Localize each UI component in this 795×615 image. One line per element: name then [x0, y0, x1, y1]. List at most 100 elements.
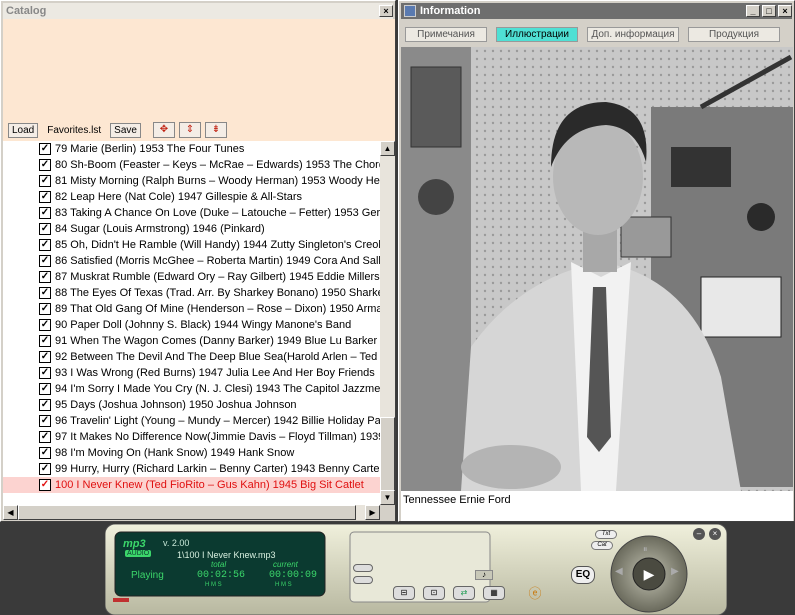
list-item[interactable]: ✓ 88 The Eyes Of Texas (Trad. Arr. By Sha… [3, 285, 380, 301]
checkbox[interactable]: ✓ [39, 287, 51, 299]
track-label: 98 I'm Moving On (Hank Snow) 1949 Hank S… [55, 447, 295, 459]
minimize-icon[interactable]: _ [746, 5, 760, 17]
player-minimize-icon[interactable]: – [693, 528, 705, 540]
checkbox[interactable]: ✓ [39, 319, 51, 331]
list-item[interactable]: ✓ 100 I Never Knew (Ted FioRito – Gus Kah… [3, 477, 380, 493]
save-button[interactable]: Save [110, 122, 141, 138]
info-tabs: Примечания Иллюстрации Доп. информация П… [401, 23, 793, 47]
list-item[interactable]: ✓ 90 Paper Doll (Johnny S. Black) 1944 Wi… [3, 317, 380, 333]
eq-button[interactable]: EQ [571, 566, 595, 584]
play-button[interactable]: ▶ [637, 564, 661, 584]
tab-illustrations[interactable]: Иллюстрации [496, 27, 578, 42]
shuffle-button[interactable]: ⇄ [453, 586, 475, 600]
list-item[interactable]: ✓ 92 Between The Devil And The Deep Blue … [3, 349, 380, 365]
close-icon[interactable]: × [778, 5, 792, 17]
list-item[interactable]: ✓ 91 When The Wagon Comes (Danny Barker) … [3, 333, 380, 349]
pause-button[interactable]: ⏸ [643, 544, 657, 558]
playlist-file-label: Favorites.lst [47, 124, 102, 136]
checkbox[interactable]: ✓ [39, 383, 51, 395]
list-item[interactable]: ✓ 94 I'm Sorry I Made You Cry (N. J. Cles… [3, 381, 380, 397]
checkbox[interactable]: ✓ [39, 479, 51, 491]
list-item[interactable]: ✓ 79 Marie (Berlin) 1953 The Four Tunes [3, 141, 380, 157]
information-window: Information _ □ × Примечания Иллюстрации… [398, 0, 795, 522]
checkbox[interactable]: ✓ [39, 367, 51, 379]
list-item[interactable]: ✓ 86 Satisfied (Morris McGhee – Roberta M… [3, 253, 380, 269]
scroll-up-icon[interactable]: ▲ [380, 141, 395, 156]
checkbox[interactable]: ✓ [39, 463, 51, 475]
list-item[interactable]: ✓ 96 Travelin' Light (Young – Mundy – Mer… [3, 413, 380, 429]
playlist-button[interactable]: ▦ [483, 586, 505, 600]
checkbox[interactable]: ✓ [39, 223, 51, 235]
checkbox[interactable]: ✓ [39, 447, 51, 459]
cat-button[interactable]: Cat [591, 541, 613, 550]
checkbox[interactable]: ✓ [39, 415, 51, 427]
next-track-button[interactable]: ▶ [671, 566, 685, 582]
list-item[interactable]: ✓ 98 I'm Moving On (Hank Snow) 1949 Hank … [3, 445, 380, 461]
move-up-down-icon[interactable]: ⇕ [178, 122, 201, 138]
scroll-right-icon[interactable]: ▶ [365, 505, 380, 520]
tab-extra-info[interactable]: Доп. информация [587, 27, 679, 42]
player-close-icon[interactable]: × [709, 528, 721, 540]
track-label: 81 Misty Morning (Ralph Burns – Woody He… [55, 175, 380, 187]
artist-photo [401, 47, 793, 491]
list-item[interactable]: ✓ 95 Days (Joshua Johnson) 1950 Joshua Jo… [3, 397, 380, 413]
list-item[interactable]: ✓ 99 Hurry, Hurry (Richard Larkin – Benny… [3, 461, 380, 477]
audio-badge: AUDIO [125, 550, 152, 557]
checkbox[interactable]: ✓ [39, 159, 51, 171]
catalog-window: Catalog × Load Favorites.lst Save ✥ ⇕ ⇟ … [0, 0, 396, 522]
move-all-icon[interactable]: ✥ [152, 122, 175, 138]
checkbox[interactable]: ✓ [39, 351, 51, 363]
vertical-scrollbar[interactable]: ▲ ▼ [380, 141, 395, 505]
scrollbar-thumb[interactable] [380, 417, 395, 491]
horizontal-scrollbar[interactable]: ◀ ▶ [3, 505, 380, 520]
track-label: 95 Days (Joshua Johnson) 1950 Joshua Joh… [55, 399, 297, 411]
list-item[interactable]: ✓ 85 Oh, Didn't He Ramble (Will Handy) 19… [3, 237, 380, 253]
speaker-icon[interactable]: ♪ [475, 570, 493, 580]
checkbox[interactable]: ✓ [39, 239, 51, 251]
txt-button[interactable]: Txt [595, 530, 617, 539]
volume-down-button[interactable] [353, 576, 373, 584]
list-item[interactable]: ✓ 80 Sh-Boom (Feaster – Keys – McRae – Ed… [3, 157, 380, 173]
tab-notes[interactable]: Примечания [405, 27, 487, 42]
checkbox[interactable]: ✓ [39, 335, 51, 347]
checkbox[interactable]: ✓ [39, 431, 51, 443]
close-icon[interactable]: × [379, 5, 393, 17]
checkbox[interactable]: ✓ [39, 175, 51, 187]
list-item[interactable]: ✓ 87 Muskrat Rumble (Edward Ory – Ray Gil… [3, 269, 380, 285]
prev-track-button[interactable]: ◀ [615, 566, 629, 582]
current-time: 00:00:09 [269, 570, 318, 581]
track-label: 83 Taking A Chance On Love (Duke – Latou… [55, 207, 380, 219]
checkbox[interactable]: ✓ [39, 207, 51, 219]
scroll-left-icon[interactable]: ◀ [3, 505, 18, 520]
list-item[interactable]: ✓ 83 Taking A Chance On Love (Duke – Lato… [3, 205, 380, 221]
tab-products[interactable]: Продукция [688, 27, 780, 42]
track-label: 94 I'm Sorry I Made You Cry (N. J. Clesi… [55, 383, 380, 395]
info-app-icon [404, 5, 416, 17]
track-label: 100 I Never Knew (Ted FioRito – Gus Kahn… [55, 479, 364, 491]
volume-up-button[interactable] [353, 564, 373, 572]
catalog-title: Catalog [6, 5, 47, 17]
list-item[interactable]: ✓ 89 That Old Gang Of Mine (Henderson – R… [3, 301, 380, 317]
track-label: 84 Sugar (Louis Armstrong) 1946 (Pinkard… [55, 223, 265, 235]
list-item[interactable]: ✓ 93 I Was Wrong (Red Burns) 1947 Julia L… [3, 365, 380, 381]
checkbox[interactable]: ✓ [39, 271, 51, 283]
checkbox[interactable]: ✓ [39, 303, 51, 315]
track-label: 92 Between The Devil And The Deep Blue S… [55, 351, 380, 363]
list-item[interactable]: ✓ 97 It Makes No Difference Now(Jimmie Da… [3, 429, 380, 445]
checkbox[interactable]: ✓ [39, 143, 51, 155]
browser-icon[interactable]: ⓔ [525, 586, 545, 602]
list-item[interactable]: ✓ 82 Leap Here (Nat Cole) 1947 Gillespie … [3, 189, 380, 205]
collapse-icon[interactable]: ⇟ [204, 122, 227, 138]
list-item[interactable]: ✓ 81 Misty Morning (Ralph Burns – Woody H… [3, 173, 380, 189]
list-item[interactable]: ✓ 84 Sugar (Louis Armstrong) 1946 (Pinkar… [3, 221, 380, 237]
scroll-down-icon[interactable]: ▼ [380, 490, 395, 505]
checkbox[interactable]: ✓ [39, 399, 51, 411]
checkbox[interactable]: ✓ [39, 191, 51, 203]
maximize-icon[interactable]: □ [762, 5, 776, 17]
load-button[interactable]: Load [8, 122, 39, 138]
hscroll-thumb[interactable] [18, 505, 356, 520]
repeat-button[interactable]: ⊡ [423, 586, 445, 600]
checkbox[interactable]: ✓ [39, 255, 51, 267]
stop-button[interactable]: ⊟ [393, 586, 415, 600]
information-titlebar: Information _ □ × [401, 3, 792, 19]
